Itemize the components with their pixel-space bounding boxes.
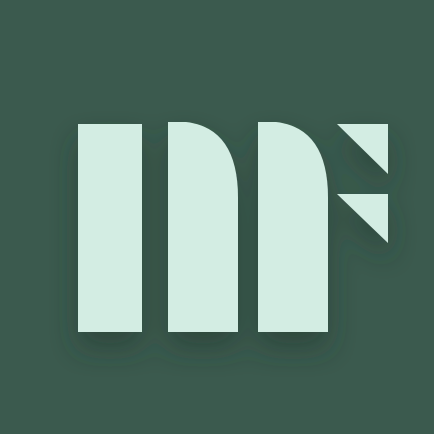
left-bar-shape xyxy=(78,124,142,332)
app-icon xyxy=(0,0,434,434)
mf-logo-icon xyxy=(0,0,434,434)
middle-arch-shape xyxy=(168,122,238,332)
right-arch-shape xyxy=(258,122,328,332)
